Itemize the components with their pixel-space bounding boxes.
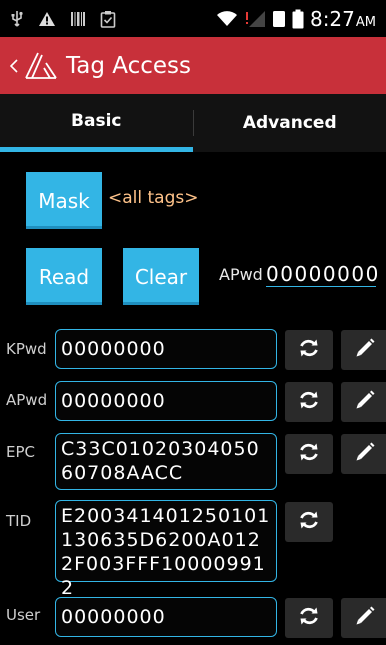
access-password-field[interactable]: 00000000 (55, 381, 277, 421)
read-button[interactable]: Read (26, 248, 102, 305)
apwd-write-button[interactable] (341, 382, 386, 422)
pencil-icon (354, 605, 376, 631)
epc-read-button[interactable] (285, 434, 333, 474)
user-read-button[interactable] (285, 598, 333, 638)
kill-password-label: KPwd (6, 340, 47, 358)
wifi-icon (216, 10, 238, 27)
tid-label: TID (6, 512, 32, 530)
app-logo-icon[interactable] (24, 49, 58, 83)
access-password-label: APwd (219, 265, 263, 284)
status-right-icons: 8:27AM (216, 7, 376, 31)
pencil-icon (354, 337, 376, 363)
user-write-button[interactable] (341, 598, 386, 638)
epc-write-button[interactable] (341, 434, 386, 474)
battery-icon (292, 9, 304, 29)
barcode-icon (70, 11, 86, 27)
refresh-icon (297, 509, 321, 535)
signal-icon (244, 10, 266, 28)
access-password-input[interactable]: 00000000 (266, 262, 378, 287)
tab-bar: Basic Advanced (0, 94, 386, 152)
mask-value: <all tags> (108, 188, 199, 208)
pencil-icon (354, 441, 376, 467)
page-title: Tag Access (66, 52, 191, 79)
usb-icon (10, 10, 24, 28)
user-memory-label: User (6, 606, 41, 624)
warning-icon (38, 11, 56, 27)
refresh-icon (297, 389, 321, 415)
tab-basic[interactable]: Basic (0, 94, 193, 152)
access-password-row-label: APwd (6, 391, 48, 409)
pencil-icon (354, 389, 376, 415)
kpwd-write-button[interactable] (341, 330, 386, 370)
clipboard-icon (100, 10, 116, 28)
action-bar: Tag Access (0, 37, 386, 94)
mask-button[interactable]: Mask (26, 172, 102, 229)
clock: 8:27AM (309, 6, 376, 31)
user-memory-field[interactable]: 00000000 (55, 597, 277, 637)
tid-field[interactable]: E200341401250101130635D6200A0122F003FFF1… (55, 500, 277, 599)
epc-field[interactable]: C33C0102030405060708AACC (55, 433, 277, 490)
clear-button[interactable]: Clear (123, 248, 199, 305)
epc-label: EPC (6, 443, 35, 461)
kill-password-field[interactable]: 00000000 (55, 329, 277, 369)
back-chevron-icon[interactable] (10, 58, 20, 73)
tid-read-button[interactable] (285, 502, 333, 542)
apwd-read-button[interactable] (285, 382, 333, 422)
kpwd-read-button[interactable] (285, 330, 333, 370)
tab-advanced[interactable]: Advanced (194, 94, 386, 152)
refresh-icon (297, 441, 321, 467)
status-left-icons (10, 10, 116, 28)
status-bar: 8:27AM (0, 0, 386, 37)
refresh-icon (297, 605, 321, 631)
sim-icon (272, 10, 286, 28)
refresh-icon (297, 337, 321, 363)
